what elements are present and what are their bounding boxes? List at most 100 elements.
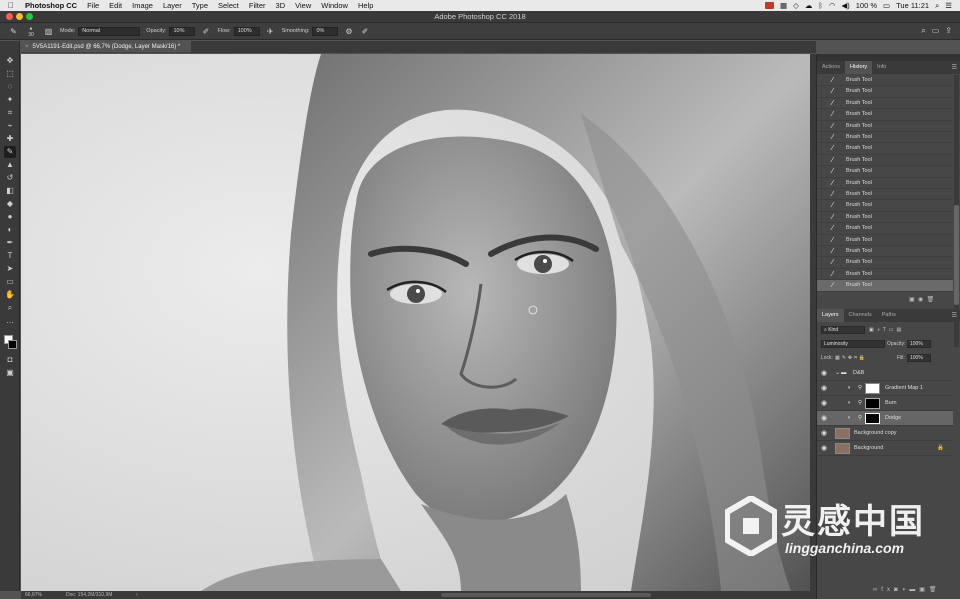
add-mask-icon[interactable]: ◙ xyxy=(894,587,902,593)
background-color-swatch[interactable] xyxy=(8,340,17,349)
status-menu-icon[interactable]: › xyxy=(136,591,138,599)
mask-link-icon[interactable]: ⚲ xyxy=(858,411,862,426)
menu-file[interactable]: File xyxy=(82,1,104,10)
tab-layers[interactable]: Layers xyxy=(817,309,844,322)
history-state[interactable]: ⁄ Brush Tool xyxy=(817,155,953,167)
layer-mask-thumbnail[interactable] xyxy=(865,383,880,394)
menu-view[interactable]: View xyxy=(290,1,316,10)
zoom-level[interactable]: 66,67% xyxy=(25,591,42,599)
layer-thumbnail[interactable] xyxy=(835,443,850,454)
brush-settings-icon[interactable]: ▨ xyxy=(43,26,54,37)
zoom-tool-icon[interactable]: ⌕ xyxy=(4,302,16,314)
history-scrollbar-thumb[interactable] xyxy=(954,205,959,305)
history-scrollbar[interactable] xyxy=(954,75,959,347)
screen-mode-icon[interactable]: ▣ xyxy=(4,367,16,379)
magic-wand-tool-icon[interactable]: ✦ xyxy=(4,94,16,106)
doc-size-info[interactable]: Doc: 154,2M/310,9M xyxy=(66,591,112,599)
clone-stamp-tool-icon[interactable]: ▲ xyxy=(4,159,16,171)
apple-icon[interactable]:  xyxy=(0,1,20,10)
airbrush-icon[interactable]: ✈ xyxy=(265,26,276,37)
history-state[interactable]: ⁄ Brush Tool xyxy=(817,189,953,201)
history-state[interactable]: ⁄ Brush Tool xyxy=(817,178,953,189)
blend-mode-select[interactable]: Luminosity xyxy=(821,340,885,348)
status-app-icon[interactable] xyxy=(765,2,775,9)
document-tab[interactable]: × 5V5A1191-Edit.psd @ 66,7% (Dodge, Layer… xyxy=(21,41,191,53)
tab-history[interactable]: History xyxy=(845,61,873,74)
spotlight-icon[interactable]: ⌕ xyxy=(935,1,939,11)
layer-mask-thumbnail[interactable] xyxy=(865,398,880,409)
snapshot-icon[interactable]: ◉ xyxy=(918,297,923,303)
dropbox-icon[interactable]: ◇ xyxy=(793,1,799,10)
mode-select[interactable]: Normal xyxy=(78,26,141,36)
history-state[interactable]: ⁄ Brush Tool xyxy=(817,132,953,144)
delete-layer-icon[interactable]: 🗑 xyxy=(929,587,941,593)
wifi-icon[interactable]: ◠ xyxy=(829,1,836,10)
menu-edit[interactable]: Edit xyxy=(104,1,127,10)
history-state[interactable]: ⁄ Brush Tool xyxy=(817,109,953,121)
group-expand-chevron-icon[interactable]: ⌄ xyxy=(835,366,840,381)
blur-tool-icon[interactable]: ● xyxy=(4,211,16,223)
healing-brush-tool-icon[interactable]: ✚ xyxy=(4,133,16,145)
type-tool-icon[interactable]: T xyxy=(4,250,16,262)
layer-row[interactable]: ◉ Background 🔒 xyxy=(817,441,953,456)
pressure-size-icon[interactable]: ✐ xyxy=(359,26,370,37)
layer-filter-icons[interactable]: ▣◑T▭▤ xyxy=(869,327,904,333)
history-state[interactable]: ⁄ Brush Tool xyxy=(817,200,953,212)
new-layer-icon[interactable]: ▣ xyxy=(919,587,929,593)
grid-icon[interactable]: ▦ xyxy=(780,1,787,10)
history-state[interactable]: ⁄ Brush Tool xyxy=(817,75,953,87)
menu-image[interactable]: Image xyxy=(127,1,158,10)
menu-select[interactable]: Select xyxy=(213,1,244,10)
visibility-eye-icon[interactable]: ◉ xyxy=(821,441,827,456)
panel-menu-icon[interactable]: ☰ xyxy=(952,64,957,71)
battery-label[interactable]: 100 % xyxy=(856,1,877,10)
layer-row[interactable]: ◉ ◑ ⚲ Burn xyxy=(817,396,953,411)
history-state[interactable]: ⁄ Brush Tool xyxy=(817,86,953,98)
history-brush-tool-icon[interactable]: ↺ xyxy=(4,172,16,184)
layers-panel-menu-icon[interactable]: ☰ xyxy=(952,312,957,319)
layer-row[interactable]: ◉ Background copy xyxy=(817,426,953,441)
history-state[interactable]: ⁄ Brush Tool xyxy=(817,246,953,258)
eraser-tool-icon[interactable]: ◧ xyxy=(4,185,16,197)
fill-field[interactable]: 100% xyxy=(907,354,931,362)
layer-opacity-field[interactable]: 100% xyxy=(907,340,931,348)
opacity-field[interactable]: 10% xyxy=(169,26,196,36)
layer-mask-thumbnail[interactable] xyxy=(865,413,880,424)
menu-3d[interactable]: 3D xyxy=(271,1,291,10)
history-state[interactable]: ⁄ Brush Tool xyxy=(817,269,953,281)
cloud-icon[interactable]: ☁ xyxy=(805,1,813,10)
mask-link-icon[interactable]: ⚲ xyxy=(858,396,862,411)
delete-state-icon[interactable]: 🗑 xyxy=(927,297,935,303)
new-group-icon[interactable]: ▬ xyxy=(909,587,919,593)
pen-tool-icon[interactable]: ✒ xyxy=(4,237,16,249)
canvas-horizontal-scrollbar[interactable] xyxy=(441,593,651,597)
brush-tool-icon[interactable]: ✎ xyxy=(4,146,16,158)
visibility-eye-icon[interactable]: ◉ xyxy=(821,396,827,411)
smoothing-settings-icon[interactable]: ⚙ xyxy=(343,26,354,37)
document-canvas[interactable] xyxy=(21,54,816,591)
paint-bucket-tool-icon[interactable]: ◆ xyxy=(4,198,16,210)
tab-actions[interactable]: Actions xyxy=(817,61,845,74)
smoothing-field[interactable]: 0% xyxy=(312,26,339,36)
flow-field[interactable]: 100% xyxy=(233,26,260,36)
layer-thumbnail[interactable] xyxy=(835,428,850,439)
layer-filter-kind[interactable]: ⌕ Kind xyxy=(821,326,865,334)
visibility-eye-icon[interactable]: ◉ xyxy=(821,381,827,396)
history-state[interactable]: ⁄ Brush Tool xyxy=(817,166,953,178)
marquee-tool-icon[interactable]: ⬚ xyxy=(4,68,16,80)
eyedropper-tool-icon[interactable]: ⌁ xyxy=(4,120,16,132)
history-state[interactable]: ⁄ Brush Tool xyxy=(817,143,953,155)
brush-size-picker[interactable]: ● 30 xyxy=(24,26,38,38)
visibility-eye-icon[interactable]: ◉ xyxy=(821,411,827,426)
layer-group-row[interactable]: ◉ ⌄ ▬ D&B xyxy=(817,366,953,381)
move-tool-icon[interactable]: ✥ xyxy=(4,55,16,67)
quick-mask-icon[interactable]: ◘ xyxy=(4,354,16,366)
more-tools-icon[interactable]: … xyxy=(4,315,16,327)
clock[interactable]: Tue 11:21 xyxy=(896,1,929,10)
share-icon[interactable]: ⇪ xyxy=(945,26,952,36)
menu-list-icon[interactable]: ☰ xyxy=(945,1,952,10)
tab-info[interactable]: Info xyxy=(872,61,891,74)
app-menu[interactable]: Photoshop CC xyxy=(20,1,82,10)
layer-row-selected[interactable]: ◉ ◑ ⚲ Dodge xyxy=(817,411,953,426)
fx-icon[interactable]: fx xyxy=(881,587,894,593)
